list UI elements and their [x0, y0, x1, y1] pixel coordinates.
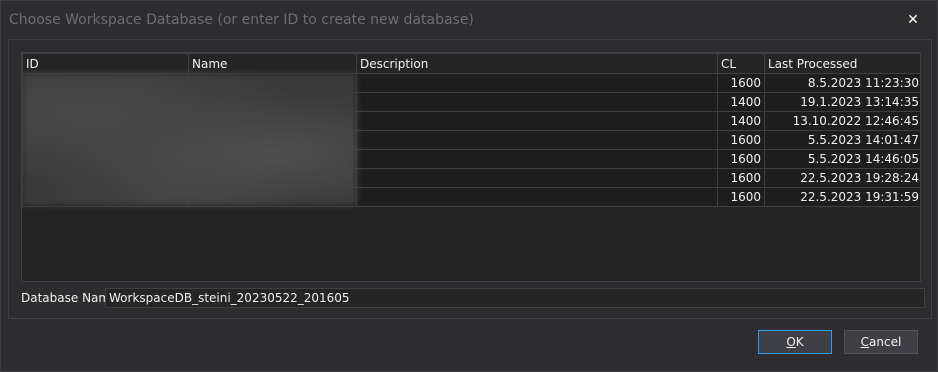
cell-last-processed: 19.1.2023 13:14:35 — [764, 92, 920, 112]
database-grid[interactable]: ID Name Description CL Last Processed 16… — [21, 52, 921, 282]
cancel-button[interactable]: Cancel — [844, 330, 918, 354]
column-header-last-processed[interactable]: Last Processed — [764, 53, 920, 74]
cell-last-processed: 13.10.2022 12:46:45 — [764, 111, 920, 131]
ok-label-rest: K — [795, 335, 804, 349]
cell-cl: 1600 — [717, 73, 765, 93]
column-header-description[interactable]: Description — [356, 53, 718, 74]
title-bar: Choose Workspace Database (or enter ID t… — [1, 1, 937, 39]
cell-description — [356, 149, 718, 169]
close-icon[interactable]: ✕ — [903, 10, 923, 30]
database-name-label: Database Name — [21, 291, 118, 305]
cancel-mnemonic: C — [860, 335, 870, 349]
database-name-input[interactable] — [105, 288, 925, 308]
cell-last-processed: 5.5.2023 14:01:47 — [764, 130, 920, 150]
cell-last-processed: 22.5.2023 19:28:24 — [764, 168, 920, 188]
ok-button[interactable]: OK — [758, 330, 832, 354]
cell-cl: 1400 — [717, 92, 765, 112]
cell-description — [356, 187, 718, 207]
database-name-row: Database Name — [21, 288, 925, 308]
cell-description — [356, 168, 718, 188]
column-header-id[interactable]: ID — [22, 53, 189, 74]
cell-description — [356, 73, 718, 93]
cell-description — [356, 111, 718, 131]
content-panel: ID Name Description CL Last Processed 16… — [8, 39, 932, 319]
cell-last-processed: 5.5.2023 14:46:05 — [764, 149, 920, 169]
header-row: ID Name Description CL Last Processed — [22, 53, 920, 74]
cell-cl: 1600 — [717, 187, 765, 207]
redaction-blur — [22, 73, 357, 206]
cell-description — [356, 92, 718, 112]
cell-cl: 1600 — [717, 149, 765, 169]
cell-last-processed: 8.5.2023 11:23:30 — [764, 73, 920, 93]
cell-description — [356, 130, 718, 150]
ok-mnemonic: O — [786, 335, 796, 349]
workspace-database-dialog: Choose Workspace Database (or enter ID t… — [0, 0, 938, 372]
cell-last-processed: 22.5.2023 19:31:59 — [764, 187, 920, 207]
cancel-label-rest: ancel — [869, 335, 902, 349]
dialog-title: Choose Workspace Database (or enter ID t… — [9, 12, 474, 28]
column-header-cl[interactable]: CL — [717, 53, 765, 74]
cell-cl: 1600 — [717, 168, 765, 188]
cell-cl: 1400 — [717, 111, 765, 131]
column-header-name[interactable]: Name — [188, 53, 357, 74]
cell-cl: 1600 — [717, 130, 765, 150]
